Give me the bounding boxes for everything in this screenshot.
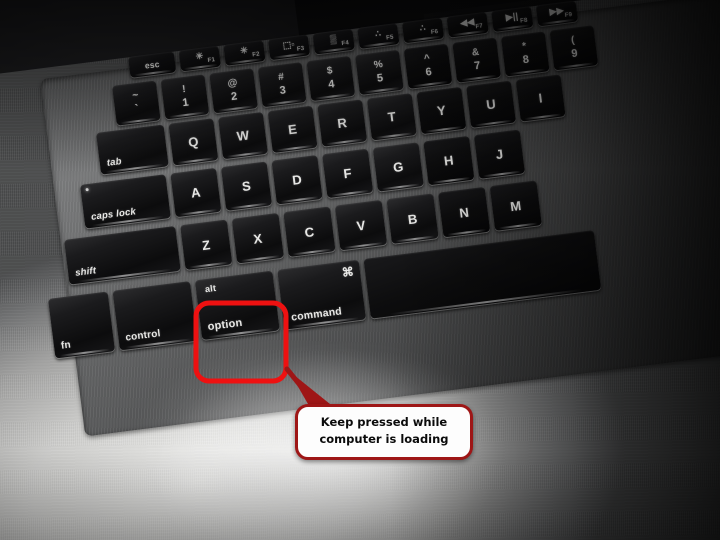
callout-line-1: Keep pressed while <box>320 415 448 429</box>
option-key-highlight-box <box>193 300 289 384</box>
callout-text: Keep pressed while computer is loading <box>298 414 470 447</box>
photo-canvas: esc ☀ F1 ☀ F2 ⬚▫ F3 ▒ F4 ∴ F5 ∴ F6 ◀◀ F7 ▶|| F8 ▶▶ F9 ~ `! 1 @… <box>0 0 720 540</box>
callout-bubble: Keep pressed while computer is loading <box>295 404 473 460</box>
callout-pointer-line <box>284 366 315 403</box>
callout-line-2: computer is loading <box>319 431 449 446</box>
